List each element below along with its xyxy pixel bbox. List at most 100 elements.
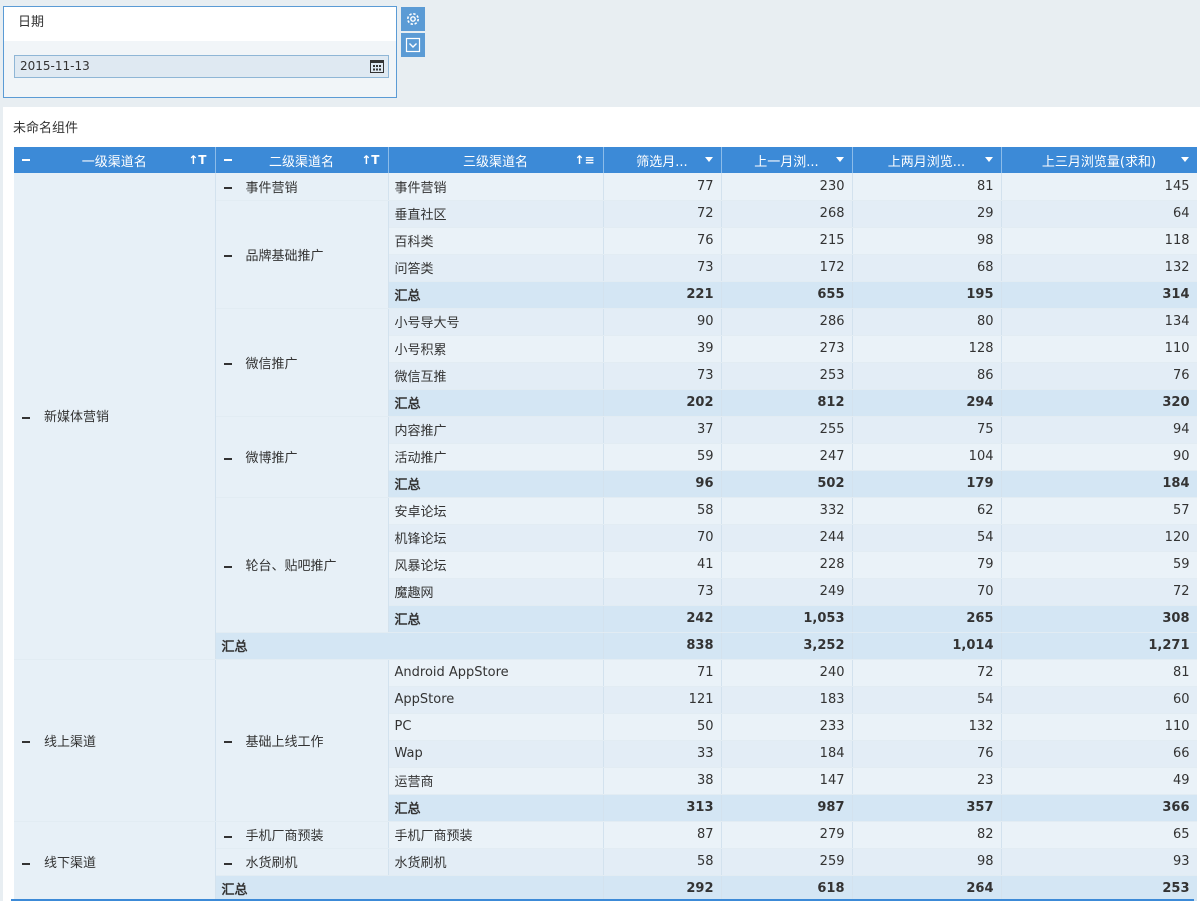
level2-label: 水货刷机 <box>245 856 298 871</box>
value-cell-metric-2: 244 <box>721 524 853 552</box>
value-cell-metric-2: 259 <box>721 848 853 876</box>
level2-cell[interactable]: 品牌基础推广 <box>215 200 389 309</box>
value-cell-metric-3: 75 <box>852 416 1002 444</box>
collapse-icon[interactable] <box>223 255 232 257</box>
value-cell-metric-4: 59 <box>1001 551 1197 579</box>
level1-cell[interactable]: 线上渠道 <box>14 659 216 822</box>
value-cell-metric-1: 90 <box>603 308 722 336</box>
collapse-icon[interactable] <box>22 741 30 743</box>
subtotal-label-cell: 汇总 <box>388 470 604 498</box>
value-cell-metric-4: 1,271 <box>1001 632 1197 660</box>
value-cell-metric-4: 253 <box>1001 875 1197 901</box>
level3-cell: 运营商 <box>388 767 604 795</box>
value-cell-metric-1: 71 <box>603 659 722 687</box>
level2-label: 事件营销 <box>245 180 298 196</box>
date-input[interactable]: 2015-11-13 <box>14 55 389 78</box>
level2-label: 微信推广 <box>245 356 298 372</box>
level3-cell: 问答类 <box>388 254 604 282</box>
value-cell-metric-1: 58 <box>603 848 722 876</box>
collapse-icon[interactable] <box>223 187 232 190</box>
header-metric-3[interactable]: 上两月浏览... <box>852 147 1002 173</box>
header-metric-1[interactable]: 筛选月... <box>603 147 722 173</box>
value-cell-metric-2: 147 <box>721 767 853 795</box>
collapse-icon[interactable] <box>223 565 232 568</box>
header-metric-2[interactable]: 上一月浏... <box>721 147 853 173</box>
value-cell-metric-4: 57 <box>1001 497 1197 525</box>
value-cell-metric-2: 172 <box>721 254 853 282</box>
level2-cell[interactable]: 轮台、贴吧推广 <box>215 497 389 633</box>
value-cell-metric-4: 145 <box>1001 173 1197 201</box>
collapse-icon[interactable] <box>223 363 232 365</box>
value-cell-metric-3: 79 <box>852 551 1002 579</box>
value-cell-metric-1: 76 <box>603 227 722 255</box>
table-widget: 未命名组件 一级渠道名 ↑T 二级渠道名 ↑T 三级渠道名 ↑≡ 筛选月... … <box>3 107 1200 901</box>
value-cell-metric-2: 233 <box>721 713 853 741</box>
value-cell-metric-2: 655 <box>721 281 853 309</box>
table-body: 新媒体营销 事件营销 事件营销 77 230 81 145 品牌基础推广 垂直社区 72 268 29… <box>14 173 1197 901</box>
level3-cell: 小号积累 <box>388 335 604 363</box>
settings-button[interactable] <box>401 7 425 31</box>
value-cell-metric-3: 195 <box>852 281 1002 309</box>
date-filter-title: 日期 <box>4 7 396 41</box>
level1-cell[interactable]: 线下渠道 <box>14 821 216 901</box>
level2-label: 轮台、贴吧推广 <box>245 559 337 574</box>
value-cell-metric-1: 58 <box>603 497 722 525</box>
collapse-icon[interactable] <box>22 416 30 419</box>
sort-icon[interactable]: ↑T <box>188 153 206 167</box>
dropdown-icon[interactable] <box>984 157 993 162</box>
value-cell-metric-2: 987 <box>721 794 853 822</box>
sort-icon[interactable]: ↑≡ <box>574 153 594 167</box>
value-cell-metric-2: 279 <box>721 821 853 849</box>
level3-cell: 水货刷机 <box>388 848 604 876</box>
collapse-icon[interactable] <box>223 741 232 743</box>
header-level3[interactable]: 三级渠道名 ↑≡ <box>388 147 604 173</box>
collapse-all-icon[interactable] <box>223 159 232 161</box>
value-cell-metric-2: 502 <box>721 470 853 498</box>
level2-cell[interactable]: 事件营销 <box>215 173 389 201</box>
collapse-icon[interactable] <box>223 835 232 838</box>
collapse-icon[interactable] <box>223 862 232 865</box>
value-cell-metric-4: 72 <box>1001 578 1197 606</box>
level1-label: 线下渠道 <box>44 856 97 871</box>
value-cell-metric-2: 247 <box>721 443 853 471</box>
level3-cell: Android AppStore <box>388 659 604 687</box>
header-level2[interactable]: 二级渠道名 ↑T <box>215 147 389 173</box>
value-cell-metric-2: 332 <box>721 497 853 525</box>
level3-cell: 风暴论坛 <box>388 551 604 579</box>
value-cell-metric-1: 38 <box>603 767 722 795</box>
level2-cell[interactable]: 微博推广 <box>215 416 389 498</box>
level2-cell[interactable]: 手机厂商预装 <box>215 821 389 849</box>
header-level1[interactable]: 一级渠道名 ↑T <box>14 147 216 173</box>
collapse-button[interactable] <box>401 33 425 57</box>
dropdown-icon[interactable] <box>835 157 844 162</box>
dropdown-icon[interactable] <box>704 157 713 162</box>
chevron-down-icon <box>405 37 421 53</box>
value-cell-metric-3: 72 <box>852 659 1002 687</box>
level3-cell: 小号导大号 <box>388 308 604 336</box>
level3-cell: 微信互推 <box>388 362 604 390</box>
widget-title: 未命名组件 <box>13 121 79 136</box>
value-cell-metric-3: 98 <box>852 848 1002 876</box>
value-cell-metric-1: 37 <box>603 416 722 444</box>
header-metric-4[interactable]: 上三月浏览量(求和) <box>1001 147 1197 173</box>
sort-icon[interactable]: ↑T <box>361 153 379 167</box>
calendar-icon[interactable] <box>370 59 384 73</box>
level2-cell[interactable]: 基础上线工作 <box>215 659 389 822</box>
level2-cell[interactable]: 水货刷机 <box>215 848 389 876</box>
table-row: 线下渠道 手机厂商预装 手机厂商预装 87 279 82 65 <box>14 821 1197 901</box>
value-cell-metric-4: 81 <box>1001 659 1197 687</box>
dropdown-icon[interactable] <box>1180 157 1189 162</box>
collapse-icon[interactable] <box>22 862 30 865</box>
value-cell-metric-1: 96 <box>603 470 722 498</box>
value-cell-metric-1: 242 <box>603 605 722 633</box>
level1-label: 新媒体营销 <box>44 410 110 426</box>
collapse-all-icon[interactable] <box>22 159 30 161</box>
level2-label: 品牌基础推广 <box>245 248 324 264</box>
level2-cell[interactable]: 微信推广 <box>215 308 389 417</box>
value-cell-metric-3: 81 <box>852 173 1002 201</box>
date-filter-widget: 日期 2015-11-13 <box>3 6 397 98</box>
collapse-icon[interactable] <box>223 457 232 460</box>
value-cell-metric-1: 50 <box>603 713 722 741</box>
level1-cell[interactable]: 新媒体营销 <box>14 173 216 660</box>
value-cell-metric-3: 104 <box>852 443 1002 471</box>
